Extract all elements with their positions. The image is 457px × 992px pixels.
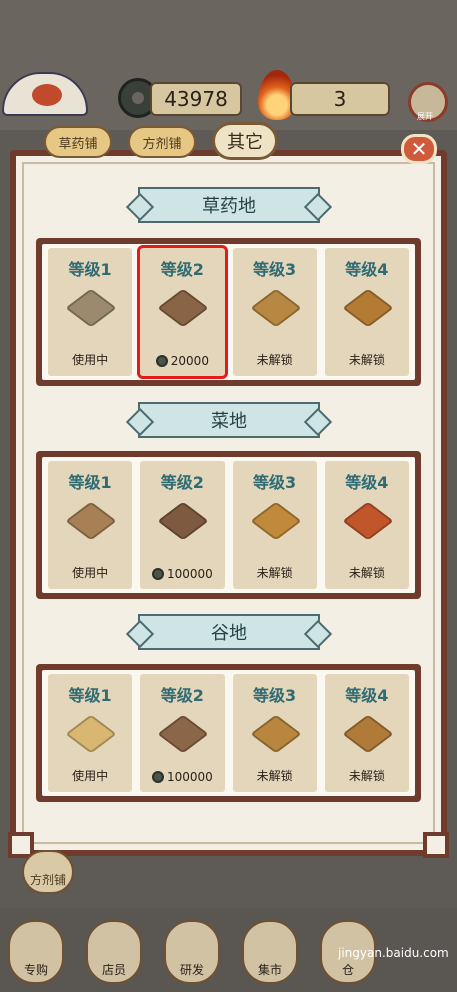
coin-counter: 43978 [150, 82, 242, 116]
field-plot-icon [338, 714, 397, 768]
tab-prescription-shop[interactable]: 方剂铺 [128, 126, 196, 158]
level-label: 等级4 [345, 686, 389, 705]
section-title: 草药地 [138, 187, 320, 223]
nav-label: 研发 [179, 963, 204, 977]
land-card[interactable]: 等级3 未解锁 [232, 674, 317, 792]
corner-ornament [423, 832, 449, 858]
nav-label: 仓 [341, 963, 354, 977]
level-label: 等级1 [68, 260, 112, 279]
fire-counter: 3 [290, 82, 390, 116]
nav-item-market[interactable]: 集市 [242, 920, 298, 984]
level-label: 等级3 [253, 473, 297, 492]
status-value: 未解锁 [348, 769, 385, 783]
nav-item-research[interactable]: 研发 [164, 920, 220, 984]
land-card[interactable]: 等级1 使用中 [48, 248, 133, 376]
nav-item-purchase[interactable]: 专购 [8, 920, 64, 984]
land-card[interactable]: 等级4 未解锁 [324, 461, 409, 589]
level-label: 等级1 [68, 686, 112, 705]
level-label: 等级3 [253, 260, 297, 279]
close-button[interactable]: ✕ [401, 134, 437, 164]
fan-emblem-icon[interactable] [2, 72, 88, 116]
land-card[interactable]: 等级1 使用中 [48, 674, 133, 792]
price-value: 20000 [170, 354, 209, 368]
field-plot-icon [61, 288, 121, 342]
status-value: 使用中 [72, 353, 109, 367]
coin-icon [155, 355, 168, 367]
price-label: 100000 [140, 770, 224, 784]
yinyang-expand-icon[interactable] [408, 82, 448, 122]
status-label: 未解锁 [233, 767, 317, 784]
status-value: 使用中 [72, 769, 109, 783]
field-plot-icon [154, 714, 213, 768]
side-prescription-button[interactable]: 方剂铺 [22, 850, 74, 894]
price-label: 20000 [140, 354, 224, 368]
field-plot-icon [246, 501, 305, 555]
top-hud: 43978 3 [0, 0, 457, 130]
section-title: 菜地 [138, 402, 320, 438]
level-label: 等级2 [160, 686, 204, 705]
level-label: 等级3 [253, 686, 297, 705]
field-plot-icon [154, 501, 213, 555]
status-label: 未解锁 [233, 351, 317, 368]
status-label: 未解锁 [233, 564, 317, 581]
status-label: 未解锁 [325, 564, 409, 581]
status-label: 未解锁 [325, 351, 409, 368]
coin-icon [151, 568, 164, 580]
level-label: 等级2 [160, 260, 204, 279]
status-label: 使用中 [48, 351, 132, 368]
watermark-text: jingyan.baidu.com [338, 946, 449, 960]
land-row: 等级1 使用中 等级2 100000 等级3 未解锁 等级4 未解锁 [36, 451, 421, 599]
land-card[interactable]: 等级3 未解锁 [232, 248, 317, 376]
status-value: 未解锁 [256, 769, 293, 783]
nav-label: 店员 [101, 963, 126, 977]
land-card[interactable]: 等级4 未解锁 [324, 248, 409, 376]
price-value: 100000 [166, 770, 213, 784]
tab-other[interactable]: 其它 [212, 122, 278, 160]
close-icon: ✕ [410, 137, 428, 161]
status-value: 未解锁 [256, 353, 293, 367]
field-plot-icon [246, 288, 305, 342]
status-value: 未解锁 [348, 566, 385, 580]
land-card[interactable]: 等级3 未解锁 [232, 461, 317, 589]
land-row-inner: 等级1 使用中 等级2 100000 等级3 未解锁 等级4 未解锁 [42, 670, 415, 796]
land-row: 等级1 使用中 等级2 20000 等级3 未解锁 等级4 未解锁 [36, 238, 421, 386]
land-card[interactable]: 等级2 100000 [140, 461, 225, 589]
nav-label: 集市 [257, 963, 282, 977]
coin-icon [151, 771, 164, 783]
nav-label: 专购 [23, 963, 48, 977]
land-row-inner: 等级1 使用中 等级2 20000 等级3 未解锁 等级4 未解锁 [42, 244, 415, 380]
status-value: 未解锁 [348, 353, 385, 367]
price-label: 100000 [140, 567, 224, 581]
price-value: 100000 [166, 567, 213, 581]
nav-item-staff[interactable]: 店员 [86, 920, 142, 984]
land-card[interactable]: 等级2 20000 [137, 245, 228, 379]
land-card[interactable]: 等级1 使用中 [48, 461, 133, 589]
status-label: 未解锁 [325, 767, 409, 784]
level-label: 等级1 [68, 473, 112, 492]
land-card[interactable]: 等级2 100000 [140, 674, 225, 792]
field-plot-icon [154, 288, 213, 342]
level-label: 等级2 [160, 473, 204, 492]
land-card[interactable]: 等级4 未解锁 [324, 674, 409, 792]
field-plot-icon [338, 501, 397, 555]
status-label: 使用中 [48, 564, 132, 581]
status-value: 未解锁 [256, 566, 293, 580]
level-label: 等级4 [345, 473, 389, 492]
field-plot-icon [246, 714, 305, 768]
field-plot-icon [61, 714, 121, 768]
level-label: 等级4 [345, 260, 389, 279]
field-plot-icon [338, 288, 397, 342]
field-plot-icon [61, 501, 121, 555]
section-title: 谷地 [138, 614, 320, 650]
status-label: 使用中 [48, 767, 132, 784]
land-row: 等级1 使用中 等级2 100000 等级3 未解锁 等级4 未解锁 [36, 664, 421, 802]
land-row-inner: 等级1 使用中 等级2 100000 等级3 未解锁 等级4 未解锁 [42, 457, 415, 593]
tab-herb-shop[interactable]: 草药铺 [44, 126, 112, 158]
status-value: 使用中 [72, 566, 109, 580]
